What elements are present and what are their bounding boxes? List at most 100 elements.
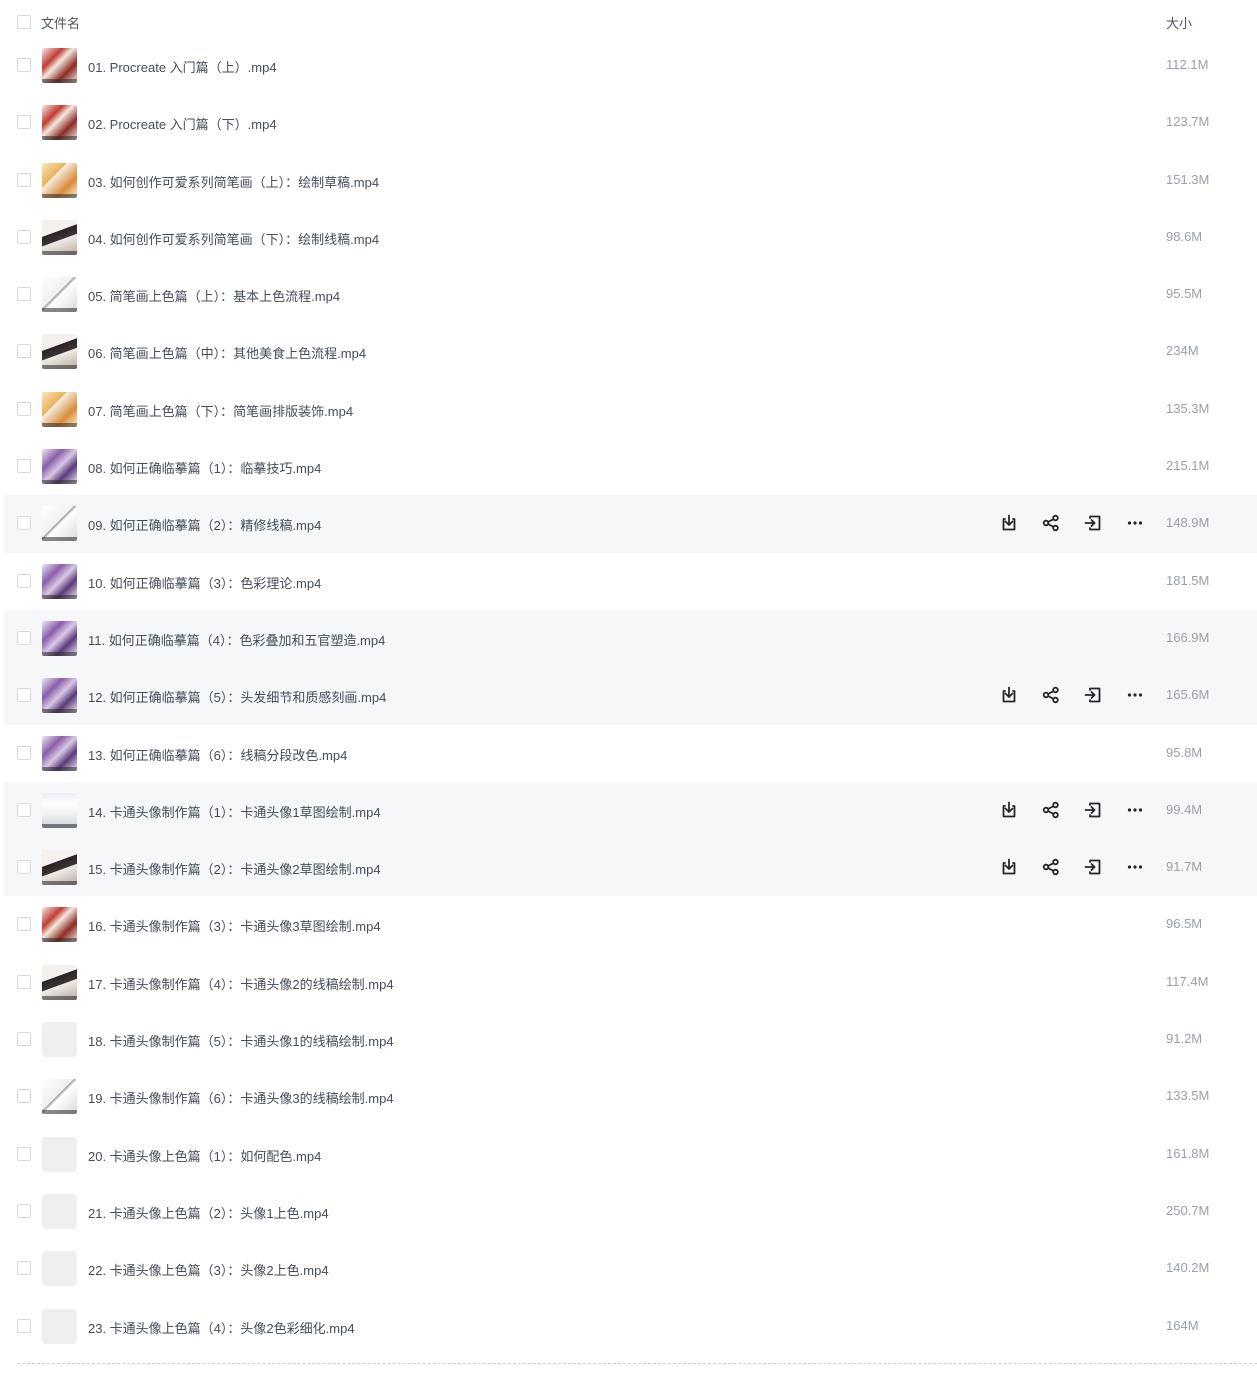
file-name[interactable]: 06. 简笔画上色篇（中）：其他美食上色流程.mp4 — [88, 343, 366, 362]
file-name[interactable]: 17. 卡通头像制作篇（4）：卡通头像2的线稿绘制.mp4 — [88, 974, 394, 993]
file-row[interactable]: 12. 如何正确临摹篇（5）：头发细节和质感刻画.mp4 165.6M — [4, 667, 1257, 725]
video-thumbnail[interactable] — [42, 105, 77, 141]
file-name[interactable]: 20. 卡通头像上色篇（1）：如何配色.mp4 — [88, 1146, 321, 1165]
file-name[interactable]: 05. 简笔画上色篇（上）：基本上色流程.mp4 — [88, 286, 340, 305]
video-thumbnail[interactable] — [42, 620, 77, 656]
row-checkbox[interactable] — [17, 1318, 31, 1333]
row-checkbox[interactable] — [17, 1146, 31, 1161]
file-row[interactable]: 05. 简笔画上色篇（上）：基本上色流程.mp4 95.5M — [0, 266, 1257, 323]
video-thumbnail[interactable] — [42, 907, 77, 943]
row-checkbox[interactable] — [17, 630, 31, 645]
row-checkbox[interactable] — [17, 573, 31, 588]
file-row[interactable]: 15. 卡通头像制作篇（2）：卡通头像2草图绘制.mp4 91.7M — [4, 839, 1257, 897]
video-thumbnail[interactable] — [42, 792, 77, 828]
video-thumbnail[interactable] — [42, 506, 77, 542]
row-checkbox[interactable] — [17, 1032, 31, 1047]
file-name[interactable]: 15. 卡通头像制作篇（2）：卡通头像2草图绘制.mp4 — [88, 859, 381, 878]
column-header-size[interactable]: 大小 — [1166, 13, 1192, 32]
file-name[interactable]: 22. 卡通头像上色篇（3）：头像2上色.mp4 — [88, 1260, 329, 1279]
row-checkbox[interactable] — [17, 401, 31, 416]
video-thumbnail[interactable] — [42, 563, 77, 599]
file-name[interactable]: 04. 如何创作可爱系列简笔画（下）：绘制线稿.mp4 — [88, 229, 379, 248]
row-checkbox[interactable] — [17, 974, 31, 989]
row-checkbox[interactable] — [17, 172, 31, 187]
move-button[interactable] — [1081, 511, 1105, 535]
file-row[interactable]: 07. 简笔画上色篇（下）：简笔画排版装饰.mp4 135.3M — [0, 381, 1257, 438]
file-name[interactable]: 01. Procreate 入门篇（上）.mp4 — [88, 57, 277, 76]
video-thumbnail-placeholder[interactable] — [42, 1251, 77, 1287]
video-thumbnail[interactable] — [42, 391, 77, 427]
file-name[interactable]: 07. 简笔画上色篇（下）：简笔画排版装饰.mp4 — [88, 401, 353, 420]
download-button[interactable] — [997, 798, 1021, 822]
video-thumbnail-placeholder[interactable] — [42, 1308, 77, 1344]
row-checkbox[interactable] — [17, 802, 31, 817]
video-thumbnail[interactable] — [42, 48, 77, 83]
more-button[interactable] — [1123, 798, 1147, 822]
file-name[interactable]: 13. 如何正确临摹篇（6）：线稿分段改色.mp4 — [88, 745, 347, 764]
file-name[interactable]: 21. 卡通头像上色篇（2）：头像1上色.mp4 — [88, 1203, 329, 1222]
file-row[interactable]: 20. 卡通头像上色篇（1）：如何配色.mp4 161.8M — [0, 1126, 1257, 1183]
download-button[interactable] — [997, 855, 1021, 879]
row-checkbox[interactable] — [17, 459, 31, 474]
file-row[interactable]: 23. 卡通头像上色篇（4）：头像2色彩细化.mp4 164M — [0, 1298, 1257, 1355]
download-button[interactable] — [997, 511, 1021, 535]
file-name[interactable]: 03. 如何创作可爱系列简笔画（上）：绘制草稿.mp4 — [88, 172, 379, 191]
file-row[interactable]: 10. 如何正确临摹篇（3）：色彩理论.mp4 181.5M — [0, 553, 1257, 610]
video-thumbnail[interactable] — [42, 735, 77, 771]
video-thumbnail[interactable] — [42, 219, 77, 255]
file-row[interactable]: 19. 卡通头像制作篇（6）：卡通头像3的线稿绘制.mp4 133.5M — [0, 1068, 1257, 1125]
row-checkbox[interactable] — [17, 58, 31, 72]
share-button[interactable] — [1039, 798, 1063, 822]
video-thumbnail[interactable] — [42, 449, 77, 485]
file-row[interactable]: 14. 卡通头像制作篇（1）：卡通头像1草图绘制.mp4 99.4M — [4, 781, 1257, 840]
file-name[interactable]: 18. 卡通头像制作篇（5）：卡通头像1的线稿绘制.mp4 — [88, 1031, 394, 1050]
row-checkbox[interactable] — [17, 344, 31, 359]
row-checkbox[interactable] — [17, 1089, 31, 1104]
select-all-checkbox[interactable] — [17, 15, 31, 29]
row-checkbox[interactable] — [17, 1203, 31, 1218]
share-button[interactable] — [1039, 683, 1063, 707]
file-row[interactable]: 22. 卡通头像上色篇（3）：头像2上色.mp4 140.2M — [0, 1240, 1257, 1297]
file-name[interactable]: 16. 卡通头像制作篇（3）：卡通头像3草图绘制.mp4 — [88, 916, 381, 935]
move-button[interactable] — [1081, 855, 1105, 879]
video-thumbnail[interactable] — [42, 277, 77, 313]
file-row[interactable]: 09. 如何正确临摹篇（2）：精修线稿.mp4 148.9M — [4, 495, 1257, 553]
row-checkbox[interactable] — [17, 860, 31, 875]
row-checkbox[interactable] — [17, 516, 31, 531]
video-thumbnail[interactable] — [42, 334, 77, 370]
video-thumbnail[interactable] — [42, 1079, 77, 1115]
video-thumbnail-placeholder[interactable] — [42, 1193, 77, 1229]
file-name[interactable]: 10. 如何正确临摹篇（3）：色彩理论.mp4 — [88, 573, 321, 592]
download-button[interactable] — [997, 683, 1021, 707]
video-thumbnail[interactable] — [42, 850, 77, 886]
row-checkbox[interactable] — [17, 1261, 31, 1276]
row-checkbox[interactable] — [17, 745, 31, 760]
row-checkbox[interactable] — [17, 917, 31, 932]
file-row[interactable]: 02. Procreate 入门篇（下）.mp4 123.7M — [0, 94, 1257, 151]
more-button[interactable] — [1123, 855, 1147, 879]
video-thumbnail[interactable] — [42, 162, 77, 198]
file-row[interactable]: 08. 如何正确临摹篇（1）：临摹技巧.mp4 215.1M — [0, 438, 1257, 495]
file-name[interactable]: 14. 卡通头像制作篇（1）：卡通头像1草图绘制.mp4 — [88, 802, 381, 821]
more-button[interactable] — [1123, 511, 1147, 535]
video-thumbnail[interactable] — [42, 964, 77, 1000]
row-checkbox[interactable] — [17, 229, 31, 244]
file-row[interactable]: 01. Procreate 入门篇（上）.mp4 112.1M — [0, 37, 1257, 94]
file-name[interactable]: 02. Procreate 入门篇（下）.mp4 — [88, 114, 277, 133]
file-name[interactable]: 09. 如何正确临摹篇（2）：精修线稿.mp4 — [88, 515, 321, 534]
more-button[interactable] — [1123, 683, 1147, 707]
file-row[interactable]: 06. 简笔画上色篇（中）：其他美食上色流程.mp4 234M — [0, 323, 1257, 380]
file-name[interactable]: 23. 卡通头像上色篇（4）：头像2色彩细化.mp4 — [88, 1318, 355, 1337]
file-row[interactable]: 21. 卡通头像上色篇（2）：头像1上色.mp4 250.7M — [0, 1183, 1257, 1240]
file-name[interactable]: 08. 如何正确临摹篇（1）：临摹技巧.mp4 — [88, 458, 321, 477]
file-row[interactable]: 18. 卡通头像制作篇（5）：卡通头像1的线稿绘制.mp4 91.2M — [0, 1011, 1257, 1068]
row-checkbox[interactable] — [17, 688, 31, 703]
video-thumbnail[interactable] — [42, 678, 77, 714]
file-name[interactable]: 11. 如何正确临摹篇（4）：色彩叠加和五官塑造.mp4 — [88, 630, 385, 649]
file-name[interactable]: 12. 如何正确临摹篇（5）：头发细节和质感刻画.mp4 — [88, 687, 386, 706]
row-checkbox[interactable] — [17, 287, 31, 302]
file-row[interactable]: 16. 卡通头像制作篇（3）：卡通头像3草图绘制.mp4 96.5M — [0, 896, 1257, 953]
file-name[interactable]: 19. 卡通头像制作篇（6）：卡通头像3的线稿绘制.mp4 — [88, 1088, 394, 1107]
file-row[interactable]: 17. 卡通头像制作篇（4）：卡通头像2的线稿绘制.mp4 117.4M — [0, 954, 1257, 1011]
file-row[interactable]: 11. 如何正确临摹篇（4）：色彩叠加和五官塑造.mp4 166.9M — [4, 609, 1257, 668]
